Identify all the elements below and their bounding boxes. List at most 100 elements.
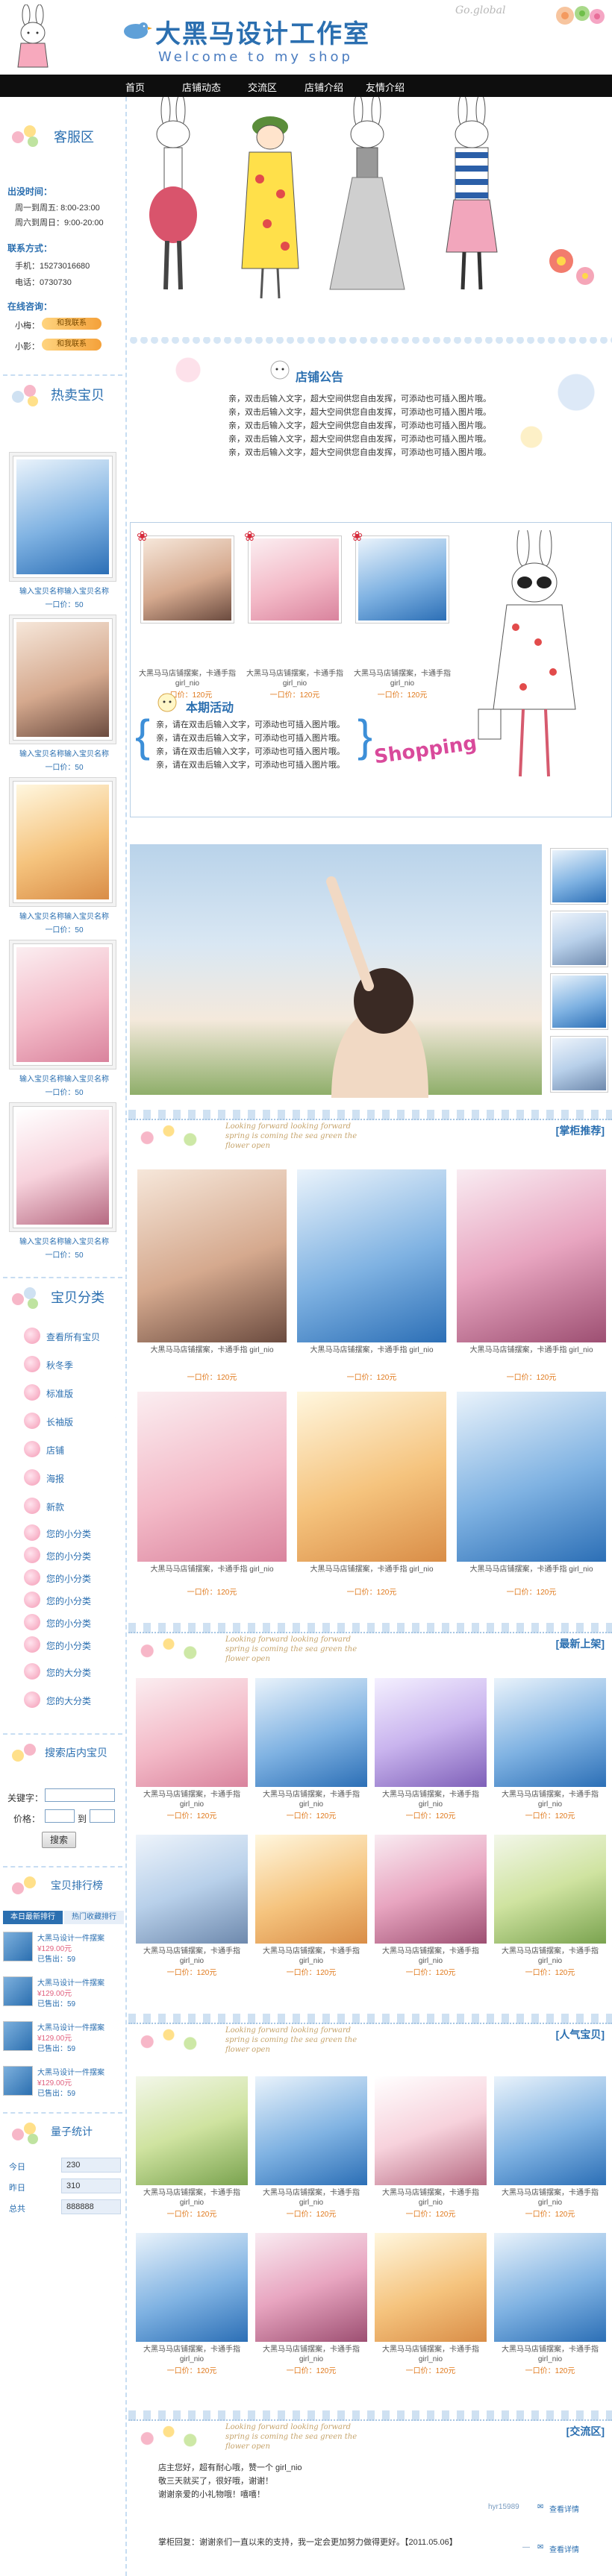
hot-item-photo[interactable] (13, 782, 112, 902)
product-card[interactable]: 大黑马马店铺摆案，卡通手指 girl_nio 一口价：120元 (375, 1835, 487, 1977)
tab-latest-ranking[interactable]: 本日最新排行 (3, 1911, 63, 1924)
product-caption: 大黑马马店铺摆案，卡通手指 girl_nio (502, 1791, 599, 1809)
section-header: Looking forward looking forward spring i… (128, 1110, 612, 1155)
product-caption: 大黑马马店铺摆案，卡通手指 girl_nio (382, 2189, 479, 2207)
product-card[interactable]: 大黑马马店铺摆案，卡通手指 girl_nio 一口价：120元 (136, 1678, 248, 1821)
product-card[interactable]: 大黑马马店铺摆案，卡通手指 girl_nio 一口价：120元 (255, 2233, 367, 2375)
hot-item-caption[interactable]: 输入宝贝名称输入宝贝名称 (4, 1072, 124, 1084)
product-photo (494, 1835, 606, 1944)
category-item[interactable]: 长袖版 (24, 1411, 118, 1430)
promo-item[interactable]: ❀ 大黑马马店铺摆案，卡通手指 girl_nio 一口价：120元 (350, 529, 455, 700)
category-label: 新款 (46, 1502, 65, 1512)
product-card[interactable]: 大黑马马店铺摆案，卡通手指 girl_nio 一口价：120元 (136, 1835, 248, 1977)
product-card[interactable]: 大黑马马店铺摆案，卡通手指 girl_nio 一口价：120元 (494, 1678, 606, 1821)
site-header: 大黑马设计工作室 Welcome to my shop Go.global (0, 0, 612, 75)
hot-item-photo[interactable] (13, 619, 112, 740)
product-price: 一口价：120元 (286, 2367, 337, 2375)
feature-thumb[interactable] (551, 974, 608, 1029)
ranking-row[interactable]: 大黑马设计一件摆案 ¥129.00元 已售出：59 (3, 2061, 125, 2100)
nav-about[interactable]: 店铺介绍 (305, 80, 343, 94)
nav-home[interactable]: 首页 (125, 80, 145, 94)
product-card[interactable]: 大黑马马店铺摆案，卡通手指 girl_nio (297, 1169, 446, 1356)
product-caption: 大黑马马店铺摆案，卡通手指 girl_nio (502, 2346, 599, 2363)
product-card[interactable]: 大黑马马店铺摆案，卡通手指 girl_nio 一口价：120元 (494, 2233, 606, 2375)
category-item[interactable]: 查看所有宝贝 (24, 1326, 113, 1345)
category-item[interactable]: 秋冬季 (24, 1354, 118, 1374)
category-item[interactable]: 您的小分类 (24, 1635, 113, 1654)
nav-forum[interactable]: 交流区 (248, 80, 277, 94)
price-max-input[interactable] (90, 1809, 115, 1823)
product-card[interactable]: 大黑马马店铺摆案，卡通手指 girl_nio (457, 1392, 606, 1574)
qq-contact-button[interactable]: 和我联系 (42, 339, 102, 351)
ranking-name: 大黑马设计一件摆案 (37, 1979, 104, 1988)
hot-item-price: 一口价：50 (45, 764, 84, 772)
ranking-name: 大黑马设计一件摆案 (37, 2069, 104, 2077)
promo-item-photo (249, 536, 341, 623)
category-item[interactable]: 店铺 (24, 1439, 118, 1459)
stat-row: 今日 230 (3, 2157, 125, 2173)
guestbook-detail-link[interactable]: 查看详情 (549, 2503, 579, 2514)
product-card[interactable]: 大黑马马店铺摆案，卡通手指 girl_nio 一口价：120元 (494, 1835, 606, 1977)
product-card[interactable]: 大黑马马店铺摆案，卡通手指 girl_nio 一口价：120元 (255, 1678, 367, 1821)
category-item[interactable]: 您的大分类 (24, 1690, 118, 1709)
activity-line: 亲，请在双击后输入文字，可添动也可插入图片哦。 (156, 761, 345, 770)
product-card[interactable]: 大黑马马店铺摆案，卡通手指 girl_nio (137, 1169, 287, 1356)
stats-title: 量子统计 (51, 2126, 93, 2137)
product-card[interactable]: 大黑马马店铺摆案，卡通手指 girl_nio (457, 1169, 606, 1356)
product-card[interactable]: 大黑马马店铺摆案，卡通手指 girl_nio (297, 1392, 446, 1574)
category-item[interactable]: 标准版 (24, 1383, 118, 1402)
category-item[interactable]: 您的大分类 (24, 1662, 118, 1681)
hot-item-caption[interactable]: 输入宝贝名称输入宝贝名称 (4, 585, 124, 596)
tab-favorite-ranking[interactable]: 热门收藏排行 (64, 1911, 124, 1924)
search-title: 搜索店内宝贝 (45, 1747, 107, 1759)
ranking-row[interactable]: 大黑马设计一件摆案 ¥129.00元 已售出：59 (3, 2017, 125, 2055)
category-item[interactable]: 新款 (24, 1496, 118, 1515)
product-card[interactable]: 大黑马马店铺摆案，卡通手指 girl_nio 一口价：120元 (255, 2076, 367, 2219)
category-item[interactable]: 您的小分类 (24, 1590, 113, 1609)
product-caption: 大黑马马店铺摆案，卡通手指 girl_nio (502, 1947, 599, 1965)
feature-photo[interactable] (130, 844, 542, 1098)
category-bullet-icon (24, 1469, 40, 1486)
ranking-row[interactable]: 大黑马设计一件摆案 ¥129.00元 已售出：59 (3, 1972, 125, 2011)
category-item[interactable]: 您的小分类 (24, 1545, 113, 1565)
product-card[interactable]: 大黑马马店铺摆案，卡通手指 girl_nio 一口价：120元 (136, 2233, 248, 2375)
nav-friends[interactable]: 友情介绍 (366, 80, 405, 94)
hot-item-photo[interactable] (13, 456, 112, 577)
category-label: 长袖版 (46, 1417, 74, 1427)
hot-item-caption[interactable]: 输入宝贝名称输入宝贝名称 (4, 910, 124, 921)
price-min-input[interactable] (45, 1809, 75, 1823)
stat-value: 310 (61, 2178, 121, 2193)
notice-panel: 店铺公告 亲，双击后输入文字，超大空间供您自由发挥，可添动也可插入图片哦。 亲，… (128, 348, 612, 461)
guestbook-message: 谢谢亲爱的小礼物哦！嘻嘻！ (158, 2490, 265, 2499)
product-card[interactable]: 大黑马马店铺摆案，卡通手指 girl_nio 一口价：120元 (255, 1835, 367, 1977)
section-header: Looking forward looking forward spring i… (128, 2014, 612, 2058)
category-item[interactable]: 您的小分类 (24, 1612, 113, 1632)
product-card[interactable]: 大黑马马店铺摆案，卡通手指 girl_nio (137, 1392, 287, 1574)
feature-thumb[interactable] (551, 911, 608, 967)
category-item[interactable]: 您的小分类 (24, 1568, 113, 1587)
promo-item[interactable]: ❀ 大黑马马店铺摆案，卡通手指 girl_nio 一口价：120元 (243, 529, 347, 700)
category-item[interactable]: 海报 (24, 1468, 118, 1487)
search-button[interactable]: 搜索 (42, 1832, 76, 1848)
product-card[interactable]: 大黑马马店铺摆案，卡通手指 girl_nio 一口价：120元 (494, 2076, 606, 2219)
product-card[interactable]: 大黑马马店铺摆案，卡通手指 girl_nio 一口价：120元 (375, 2233, 487, 2375)
keyword-input[interactable] (45, 1788, 115, 1802)
hot-item-photo[interactable] (13, 1107, 112, 1228)
nav-news[interactable]: 店铺动态 (182, 80, 221, 94)
hot-item-caption[interactable]: 输入宝贝名称输入宝贝名称 (4, 747, 124, 758)
category-item[interactable]: 您的小分类 (24, 1523, 113, 1542)
guestbook-detail-link[interactable]: 查看详情 (549, 2543, 579, 2554)
product-price: 一口价：120元 (525, 2367, 575, 2375)
hot-item-photo[interactable] (13, 944, 112, 1065)
product-card[interactable]: 大黑马马店铺摆案，卡通手指 girl_nio 一口价：120元 (136, 2076, 248, 2219)
feature-thumb[interactable] (551, 849, 608, 904)
feature-thumb[interactable] (551, 1037, 608, 1092)
product-card[interactable]: 大黑马马店铺摆案，卡通手指 girl_nio 一口价：120元 (375, 2076, 487, 2219)
promo-item[interactable]: ❀ 大黑马马店铺摆案，卡通手指 girl_nio 一口价：120元 (135, 529, 240, 700)
product-price: 一口价：120元 (166, 1969, 217, 1977)
product-card[interactable]: 大黑马马店铺摆案，卡通手指 girl_nio 一口价：120元 (375, 1678, 487, 1821)
qq-contact-button[interactable]: 和我联系 (42, 318, 102, 330)
ranking-row[interactable]: 大黑马设计一件摆案 ¥129.00元 已售出：59 (3, 1927, 125, 1966)
product-photo (255, 2076, 367, 2185)
hot-item-caption[interactable]: 输入宝贝名称输入宝贝名称 (4, 1235, 124, 1246)
